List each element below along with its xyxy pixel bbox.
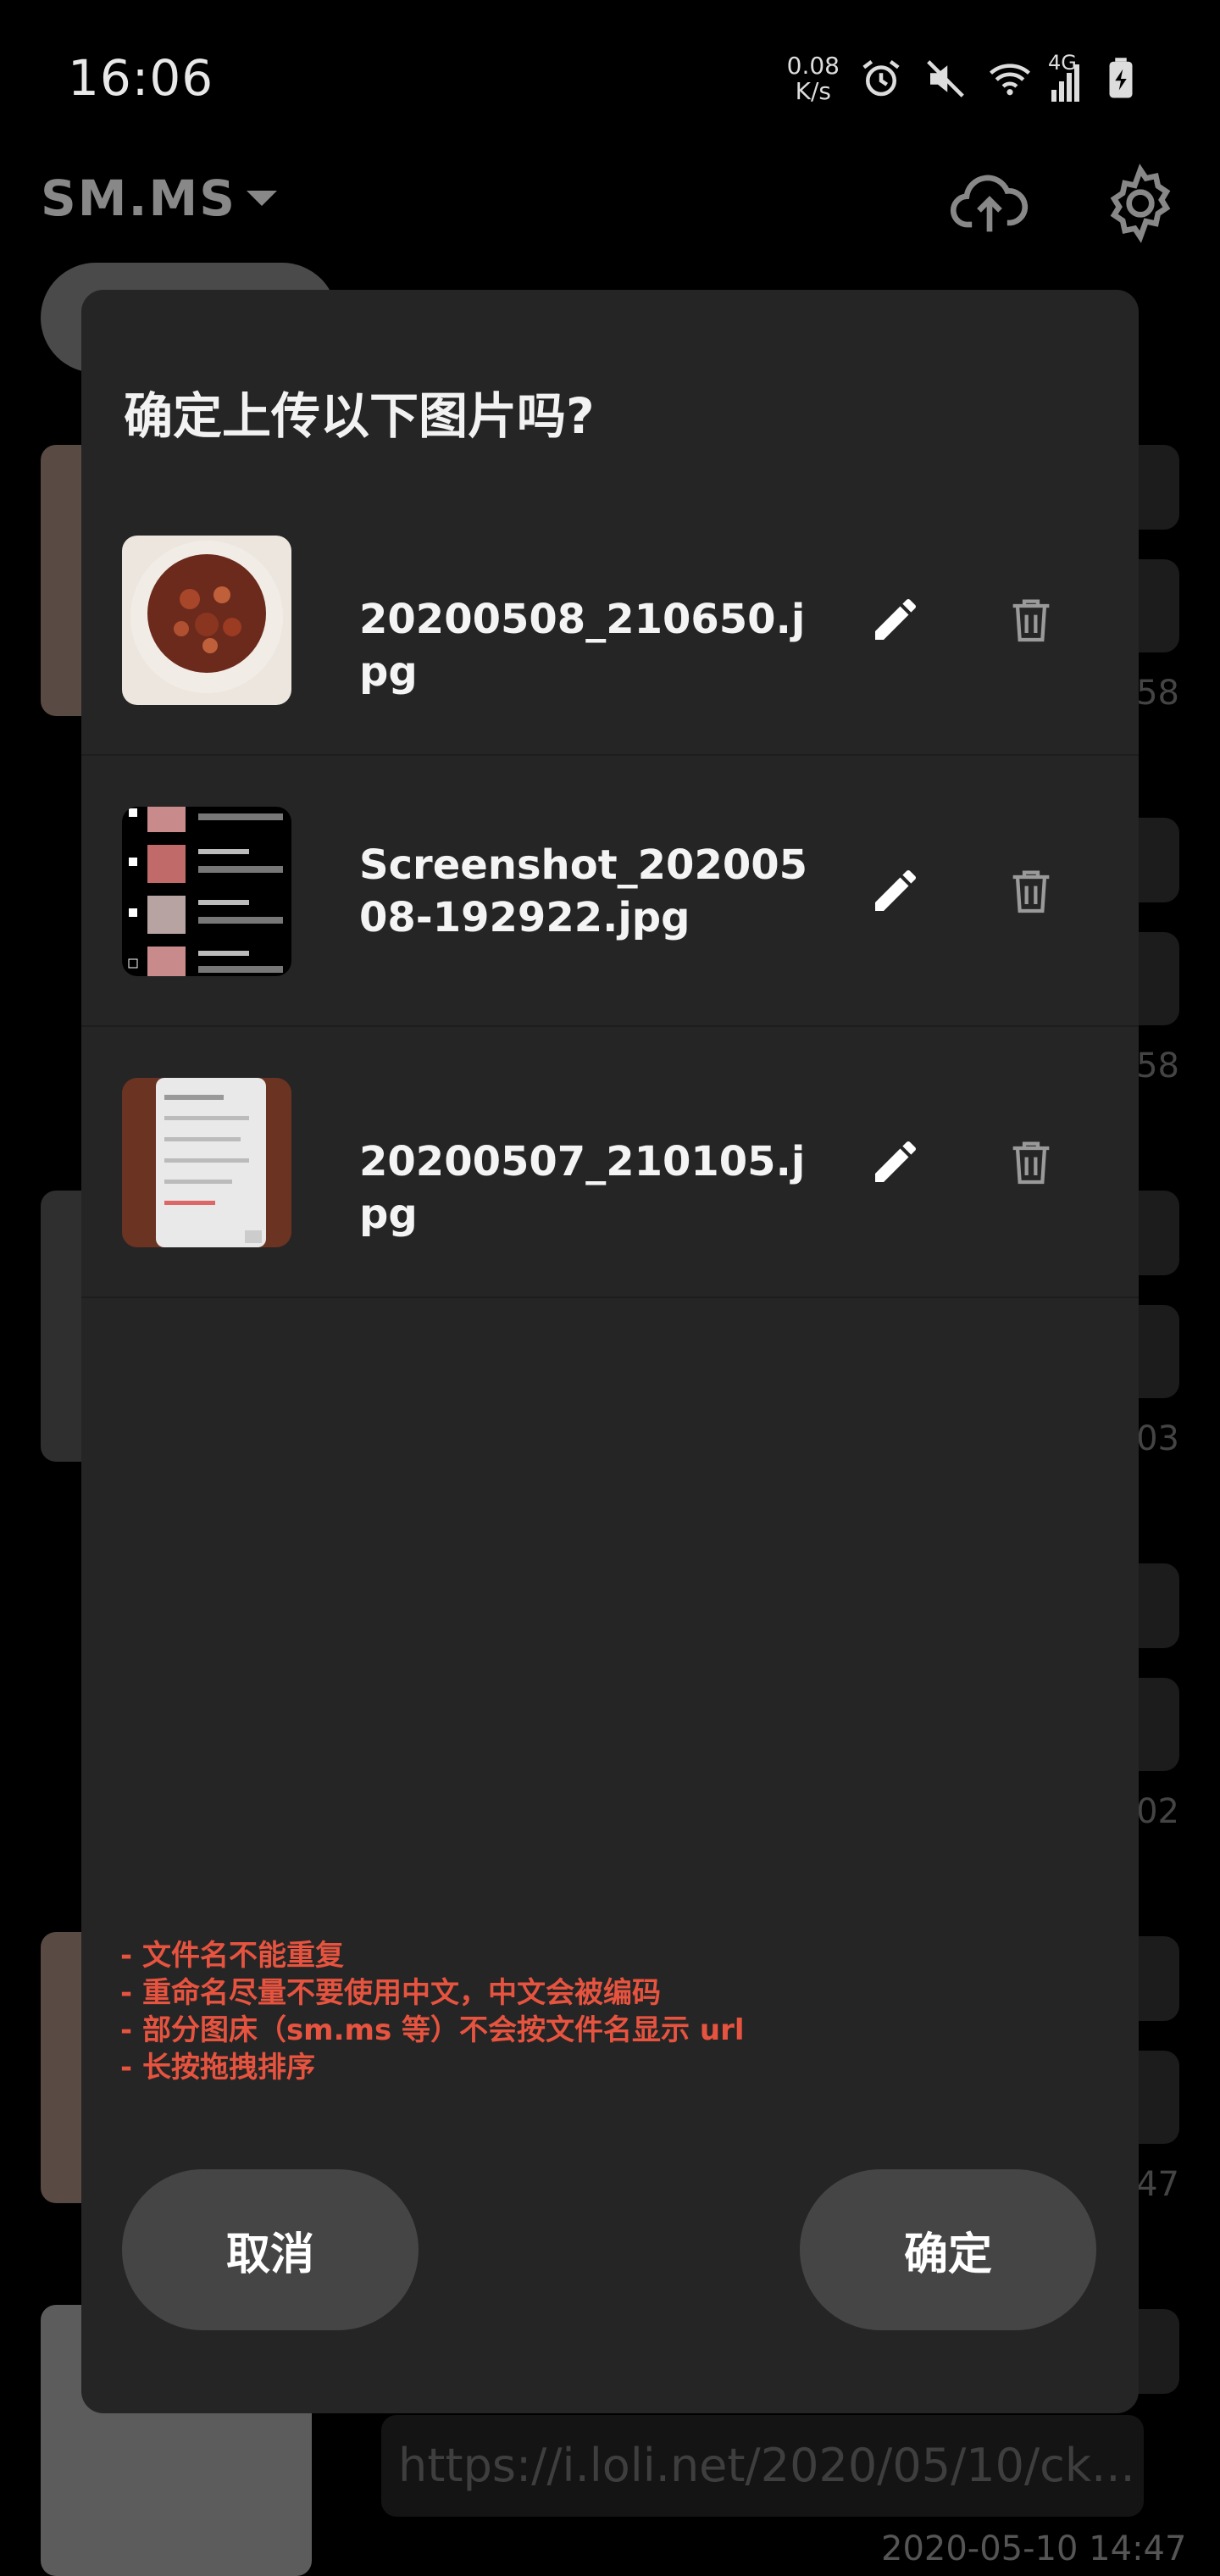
pencil-icon bbox=[875, 598, 917, 640]
bg-time-suffix: 03 bbox=[1136, 1419, 1179, 1458]
delete-button[interactable] bbox=[993, 852, 1069, 929]
phone-photo-thumbnail bbox=[122, 1078, 291, 1247]
food-bowl-thumbnail bbox=[122, 536, 291, 705]
rename-button[interactable] bbox=[857, 1124, 934, 1200]
trash-icon bbox=[1012, 1141, 1050, 1185]
app-title: SM.MS bbox=[41, 169, 237, 227]
cancel-button[interactable]: 取消 bbox=[122, 2169, 419, 2330]
tip-line: - 部分图床（sm.ms 等）不会按文件名显示 url bbox=[120, 2013, 745, 2047]
dropdown-arrow-icon bbox=[247, 191, 278, 206]
file-row[interactable]: 20200508_210650.jpg bbox=[81, 485, 1139, 756]
trash-icon bbox=[1012, 870, 1050, 913]
file-row[interactable]: 20200507_210105.jpg bbox=[81, 1027, 1139, 1298]
file-row[interactable]: Screenshot_20200508-192922.jpg bbox=[81, 756, 1139, 1027]
tip-line: - 重命名尽量不要使用中文，中文会被编码 bbox=[120, 1976, 661, 2010]
wifi-icon bbox=[990, 64, 1030, 96]
upload-tips: - 文件名不能重复 - 重命名尽量不要使用中文，中文会被编码 - 部分图床（sm… bbox=[120, 1937, 745, 2086]
bg-url-field: https://i.loli.net/2020/05/10/ck... bbox=[381, 2415, 1144, 2517]
file-name: 20200507_210105.jpg bbox=[359, 1138, 806, 1238]
delete-button[interactable] bbox=[993, 581, 1069, 658]
screenshot-list-thumbnail bbox=[122, 807, 291, 976]
status-time: 16:06 bbox=[68, 49, 214, 107]
status-icons: 0.08 K/s 4G bbox=[787, 49, 1144, 108]
alarm-icon bbox=[862, 59, 900, 97]
pencil-icon bbox=[875, 869, 917, 911]
file-list: 20200508_210650.jpg Screenshot_20200508-… bbox=[81, 485, 1139, 1298]
net-speed: 0.08 K/s bbox=[787, 53, 840, 104]
bg-time-suffix: 47 bbox=[1136, 2165, 1179, 2204]
gear-icon[interactable] bbox=[1098, 161, 1183, 246]
upload-confirm-dialog: 确定上传以下图片吗? 20200508_210650.jpg Screensho… bbox=[81, 290, 1139, 2413]
bg-time-suffix: 58 bbox=[1136, 674, 1179, 713]
file-name: Screenshot_20200508-192922.jpg bbox=[359, 841, 808, 941]
rename-button[interactable] bbox=[857, 581, 934, 658]
bg-date: 2020-05-10 14:47 bbox=[881, 2529, 1187, 2568]
tip-line: - 文件名不能重复 bbox=[120, 1939, 344, 1973]
bg-time-suffix: 58 bbox=[1136, 1046, 1179, 1085]
trash-icon bbox=[1012, 599, 1050, 642]
net-speed-unit: K/s bbox=[795, 77, 832, 105]
rename-button[interactable] bbox=[857, 852, 934, 929]
status-bar: 16:06 0.08 K/s 4G bbox=[0, 0, 1220, 153]
tip-line: - 长按拖拽排序 bbox=[120, 2051, 315, 2085]
dialog-title: 确定上传以下图片吗? bbox=[124, 387, 595, 445]
mute-icon bbox=[927, 60, 964, 97]
file-name: 20200508_210650.jpg bbox=[359, 596, 806, 696]
cloud-upload-icon[interactable] bbox=[947, 161, 1032, 246]
pencil-icon bbox=[875, 1141, 917, 1182]
delete-button[interactable] bbox=[993, 1124, 1069, 1200]
confirm-button[interactable]: 确定 bbox=[800, 2169, 1096, 2330]
battery-charging-icon bbox=[1109, 58, 1133, 98]
cellular-signal-icon: 4G bbox=[1048, 51, 1079, 102]
bg-time-suffix: 02 bbox=[1136, 1792, 1179, 1831]
network-type: 4G bbox=[1048, 51, 1077, 75]
host-selector[interactable]: SM.MS bbox=[41, 169, 278, 227]
app-bar: SM.MS bbox=[0, 161, 1220, 243]
net-speed-value: 0.08 bbox=[786, 52, 840, 80]
